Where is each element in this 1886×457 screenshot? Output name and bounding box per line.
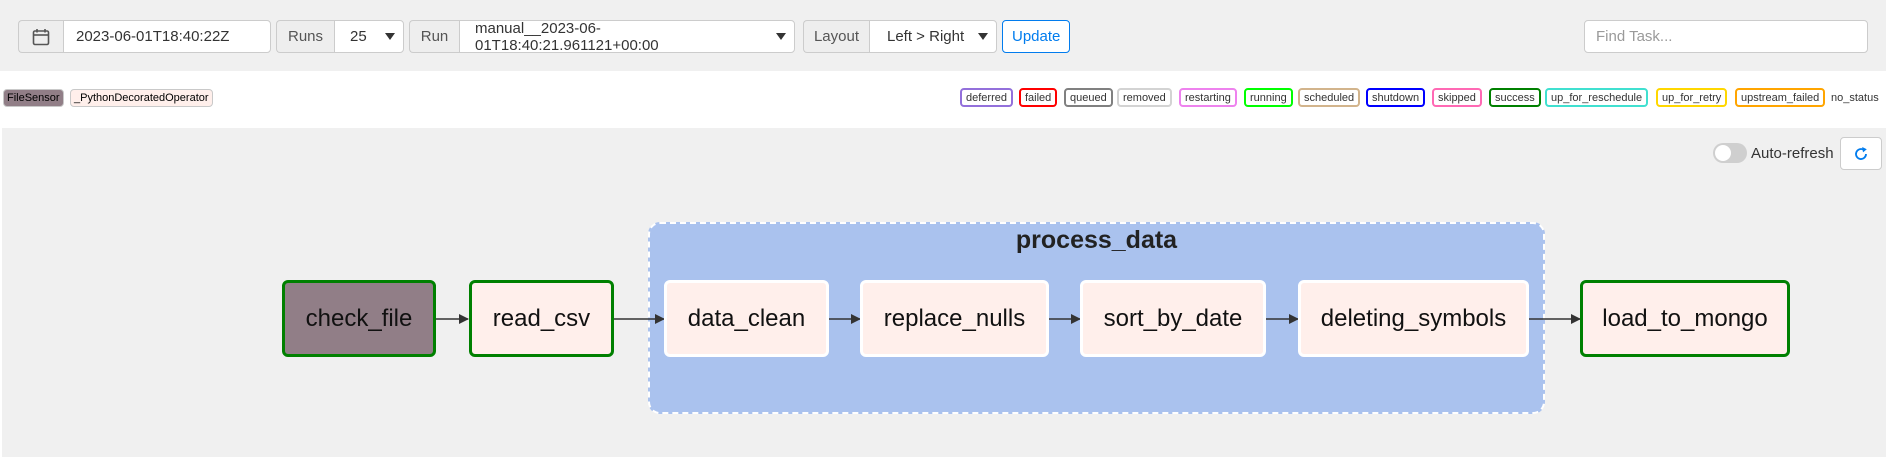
task-node-load-to-mongo[interactable]: load_to_mongo xyxy=(1580,280,1790,357)
task-node-deleting-symbols[interactable]: deleting_symbols xyxy=(1298,280,1529,357)
dag-edges xyxy=(436,314,1581,324)
task-node-read-csv[interactable]: read_csv xyxy=(469,280,614,357)
task-node-data-clean[interactable]: data_clean xyxy=(664,280,829,357)
task-node-sort-by-date[interactable]: sort_by_date xyxy=(1080,280,1266,357)
task-node-check-file[interactable]: check_file xyxy=(282,280,436,357)
task-node-replace-nulls[interactable]: replace_nulls xyxy=(860,280,1049,357)
